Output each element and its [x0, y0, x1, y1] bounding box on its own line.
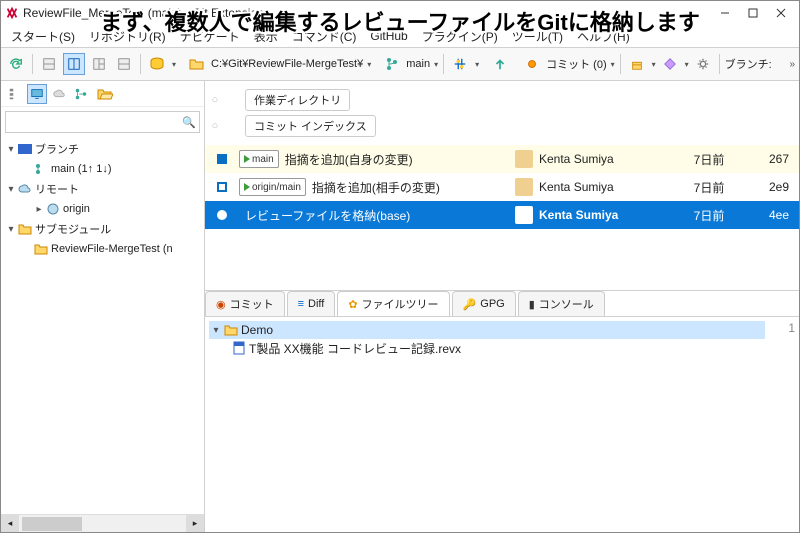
file-icon: [231, 341, 247, 355]
layout4-icon[interactable]: [113, 53, 135, 75]
ref-badge: main: [239, 150, 279, 168]
main-toolbar: ▾ C:¥Git¥ReviewFile-MergeTest¥ ▾ main ▾ …: [1, 47, 799, 81]
repo-icon[interactable]: [146, 53, 168, 75]
repo-path[interactable]: C:¥Git¥ReviewFile-MergeTest¥: [211, 58, 363, 70]
commit-when: 7日前: [669, 151, 749, 168]
commit-hash: 4ee: [749, 208, 799, 222]
avatar: [515, 206, 533, 224]
window-title: ReviewFile_MergeTest (main) - Git Extens…: [23, 6, 711, 20]
tree-submodules[interactable]: ▾サブモジュール: [1, 219, 204, 239]
commit-author: Kenta Sumiya: [539, 152, 669, 166]
tab-commit[interactable]: ◉コミット: [205, 291, 285, 316]
settings-icon[interactable]: [692, 53, 714, 75]
ref-badge: origin/main: [239, 178, 306, 196]
commit-message: 指摘を追加(自身の変更): [285, 151, 509, 168]
refresh-icon[interactable]: [5, 53, 27, 75]
tab-filetree[interactable]: ✿ファイルツリー: [337, 291, 449, 316]
branch-icon[interactable]: [381, 53, 403, 75]
maximize-button[interactable]: [739, 2, 767, 24]
menu-commands[interactable]: コマンド(C): [286, 26, 363, 47]
branch-filter-label: ブランチ:: [725, 56, 772, 72]
menu-navigate[interactable]: ナビゲート: [174, 26, 246, 47]
menu-github[interactable]: GitHub: [364, 27, 413, 45]
commit-author: Kenta Sumiya: [539, 208, 669, 222]
push-icon[interactable]: [489, 53, 511, 75]
folder-icon[interactable]: [186, 53, 208, 75]
menu-plugins[interactable]: プラグイン(P): [416, 26, 504, 47]
commit-button[interactable]: コミット (0): [546, 56, 607, 72]
toolbar-overflow-icon[interactable]: »: [789, 59, 795, 70]
search-icon[interactable]: 🔍: [179, 116, 199, 129]
current-branch[interactable]: main: [406, 58, 430, 70]
open-folder-icon[interactable]: [95, 84, 115, 104]
commit-icon[interactable]: [521, 53, 543, 75]
sidebar-tree: ▾ブランチ main (1↑ 1↓) ▾リモート ▸origin ▾サブモジュー…: [1, 137, 204, 514]
search-box[interactable]: 🔍: [5, 111, 200, 133]
file-tree: ▾Demo T製品 XX機能 コードレビュー記録.revx: [205, 317, 769, 532]
filter-input[interactable]: [6, 116, 179, 128]
tree-remote-origin[interactable]: ▸origin: [1, 199, 204, 219]
avatar: [515, 150, 533, 168]
menu-start[interactable]: スタート(S): [5, 26, 81, 47]
console-tab-icon: ▮: [529, 298, 535, 311]
commit-hash: 267: [749, 152, 799, 166]
commit-row[interactable]: main 指摘を追加(自身の変更) Kenta Sumiya 7日前 267: [205, 145, 799, 173]
minimize-button[interactable]: [711, 2, 739, 24]
filetree-tab-icon: ✿: [348, 298, 357, 311]
commit-message: レビューファイルを格納(base): [245, 207, 509, 224]
commit-author: Kenta Sumiya: [539, 180, 669, 194]
commit-tab-icon: ◉: [216, 298, 226, 311]
repo-dropdown-icon[interactable]: ▾: [172, 60, 176, 69]
commit-row[interactable]: origin/main 指摘を追加(相手の変更) Kenta Sumiya 7日…: [205, 173, 799, 201]
gpg-tab-icon: 🔑: [463, 298, 477, 311]
menu-help[interactable]: ヘルプ(H): [571, 26, 636, 47]
stash-icon[interactable]: [626, 53, 648, 75]
tag-icon[interactable]: [659, 53, 681, 75]
folder-row[interactable]: ▾Demo: [209, 321, 765, 339]
commit-message: 指摘を追加(相手の変更): [312, 179, 509, 196]
layout2-icon[interactable]: [63, 53, 85, 75]
commit-when: 7日前: [669, 207, 749, 224]
tree-branches[interactable]: ▾ブランチ: [1, 139, 204, 159]
cloud-icon[interactable]: [49, 84, 69, 104]
tree-submodule-item[interactable]: ReviewFile-MergeTest (n: [1, 239, 204, 259]
menu-tools[interactable]: ツール(T): [506, 26, 569, 47]
app-icon: [5, 6, 19, 20]
branch-tree-icon[interactable]: [71, 84, 91, 104]
commit-when: 7日前: [669, 179, 749, 196]
commit-row-selected[interactable]: レビューファイルを格納(base) Kenta Sumiya 7日前 4ee: [205, 201, 799, 229]
tree-remotes[interactable]: ▾リモート: [1, 179, 204, 199]
menubar: スタート(S) リポジトリ(R) ナビゲート 表示 コマンド(C) GitHub…: [1, 25, 799, 47]
tree-icon[interactable]: [5, 84, 25, 104]
tree-branch-main[interactable]: main (1↑ 1↓): [1, 159, 204, 179]
detail-tabs: ◉コミット ≡Diff ✿ファイルツリー 🔑GPG ▮コンソール: [205, 291, 799, 317]
menu-view[interactable]: 表示: [248, 26, 284, 47]
avatar: [515, 178, 533, 196]
tab-console[interactable]: ▮コンソール: [518, 291, 605, 316]
monitor-icon[interactable]: [27, 84, 47, 104]
layout1-icon[interactable]: [38, 53, 60, 75]
folder-icon: [223, 323, 239, 337]
index-chip[interactable]: コミット インデックス: [245, 115, 376, 137]
diff-tab-icon: ≡: [298, 298, 304, 310]
layout3-icon[interactable]: [88, 53, 110, 75]
left-panel: 🔍 ▾ブランチ main (1↑ 1↓) ▾リモート ▸origin ▾サブモジ…: [1, 81, 205, 532]
titlebar: ReviewFile_MergeTest (main) - Git Extens…: [1, 1, 799, 25]
file-row[interactable]: T製品 XX機能 コードレビュー記録.revx: [209, 339, 765, 357]
sidebar-scrollbar[interactable]: ◂▸: [1, 514, 204, 532]
commit-hash: 2e9: [749, 180, 799, 194]
tab-gpg[interactable]: 🔑GPG: [452, 291, 516, 316]
right-panel: ○作業ディレクトリ ○コミット インデックス main 指摘を追加(自身の変更)…: [205, 81, 799, 532]
line-number: 1: [769, 317, 799, 532]
menu-repositories[interactable]: リポジトリ(R): [83, 26, 172, 47]
tab-diff[interactable]: ≡Diff: [287, 291, 336, 316]
close-button[interactable]: [767, 2, 795, 24]
filter-icon[interactable]: [449, 53, 471, 75]
workdir-chip[interactable]: 作業ディレクトリ: [245, 89, 350, 111]
